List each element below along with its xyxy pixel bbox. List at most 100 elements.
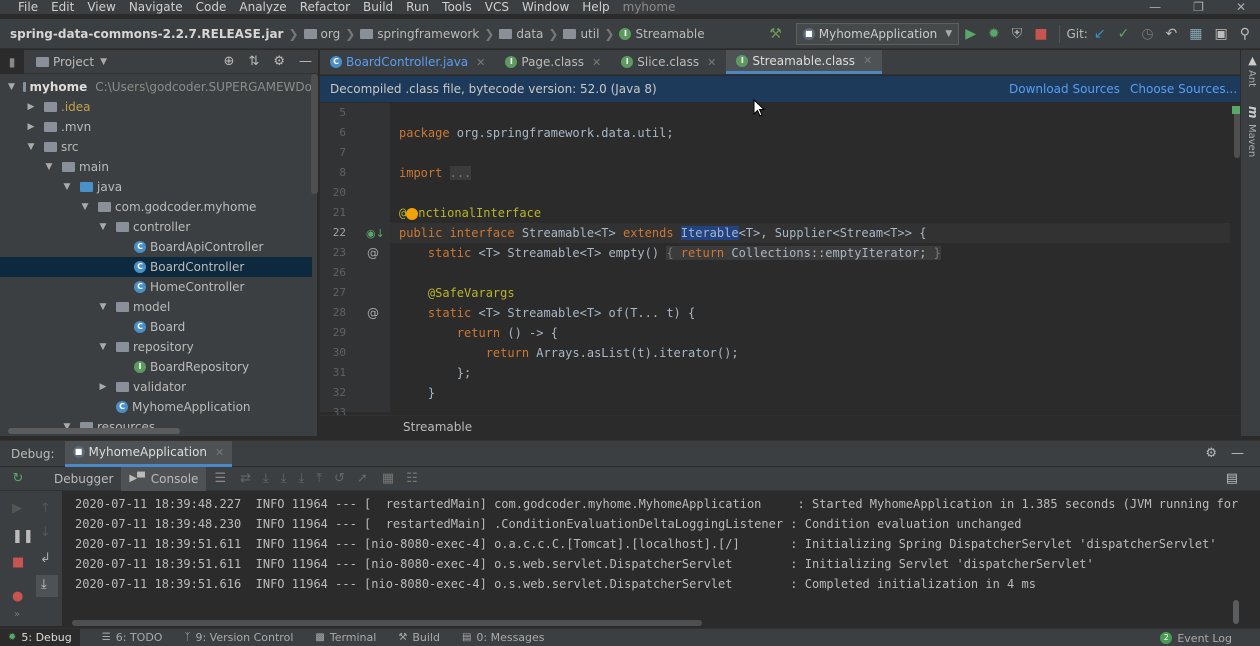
evaluate-icon[interactable]: ▦ [382,471,394,486]
tree-item-boardapicontroller[interactable]: C BoardApiController [0,237,312,257]
implements-marker-icon[interactable]: ◉↓ [366,227,385,240]
soft-wrap-icon[interactable]: ↲ [40,551,51,566]
expand-arrow-icon[interactable]: ▼ [98,302,108,312]
scroll-to-end-button[interactable] [36,575,58,597]
menu-vcs[interactable]: VCS [485,0,509,14]
scroll-up-icon[interactable]: ↑ [40,501,51,516]
expand-arrow-icon[interactable]: ▼ [26,142,36,152]
tree-item-package-root[interactable]: ▼ com.godcoder.myhome [0,197,312,217]
menu-edit[interactable]: Edit [51,0,74,14]
gear-icon[interactable]: ⚙ [273,54,285,69]
ant-tool-window[interactable]: Ant [1246,70,1257,87]
presentation-icon[interactable]: ▣ [1215,26,1228,42]
run-icon[interactable]: ▶ [965,26,976,42]
choose-sources-link[interactable]: Choose Sources... [1130,82,1237,96]
menu-file[interactable]: File [18,0,38,14]
view-breakpoints-icon[interactable]: ● [12,589,23,604]
maven-tool-window[interactable]: Maven [1246,124,1257,157]
editor-breadcrumb-label[interactable]: Streamable [403,420,472,434]
tree-item-boardcontroller[interactable]: C BoardController [0,257,312,277]
tree-item-validator[interactable]: ▶ validator [0,377,312,397]
menu-refactor[interactable]: Refactor [300,0,350,14]
tool-build[interactable]: ⚒ Build [398,631,440,644]
menu-code[interactable]: Code [196,0,227,14]
expand-arrow-icon[interactable]: ▼ [44,162,54,172]
close-tab-icon[interactable]: ✕ [863,54,872,67]
tree-item-idea[interactable]: ▶ .idea [0,97,312,117]
menu-lines-icon[interactable]: ☰ [214,471,226,486]
expand-arrow-icon[interactable]: ▼ [98,222,108,232]
tree-item-controller[interactable]: ▼ controller [0,217,312,237]
restore-icon[interactable]: ❐ [1193,0,1204,14]
close-tab-icon[interactable]: ✕ [707,56,716,69]
close-tab-icon[interactable]: ✕ [476,56,485,69]
tree-item-mvn[interactable]: ▶ .mvn [0,117,312,137]
menu-tools[interactable]: Tools [442,0,472,14]
lightbulb-icon[interactable] [406,207,419,220]
collapse-arrow-icon[interactable]: ▶ [98,382,108,392]
show-execution-point-icon[interactable]: ⇄ [240,471,251,486]
expand-arrow-icon[interactable]: ▼ [8,82,15,92]
git-history-icon[interactable]: ◷ [1141,26,1153,42]
close-icon[interactable]: ✕ [1236,0,1246,14]
project-structure-icon[interactable]: ▦ [1189,26,1202,42]
collapse-arrow-icon[interactable]: ▶ [26,122,36,132]
pause-icon[interactable]: ❚❚ [12,529,34,544]
coverage-icon[interactable]: ⛨ [1012,26,1023,42]
menu-run[interactable]: Run [406,0,429,14]
console-scrollbar[interactable] [1233,600,1239,624]
breadcrumb-org[interactable]: org [303,27,340,41]
project-tree-hscrollbar[interactable] [8,428,180,434]
breadcrumb-jar[interactable]: spring-data-commons-2.2.7.RELEASE.jar [10,27,283,41]
expand-arrow-icon[interactable]: ▼ [62,182,72,192]
drop-frame-icon[interactable]: ↺ [334,471,345,486]
step-out-icon[interactable]: ⤒ [316,471,322,486]
resume-icon[interactable]: ▶ [12,501,22,516]
git-rollback-icon[interactable]: ↶ [1166,26,1178,42]
inspection-status-icon[interactable] [1232,106,1240,114]
console-hscrollbar[interactable] [72,620,702,626]
project-tree-scrollbar[interactable] [311,74,318,194]
collapse-arrow-icon[interactable]: ▶ [26,102,36,112]
tree-item-java[interactable]: ▼ java [0,177,312,197]
run-to-cursor-icon[interactable]: ➚ [357,471,368,486]
debug-console[interactable]: 2020-07-11 18:39:48.227 INFO 11964 --- [… [62,491,1240,626]
minimize-icon[interactable]: — [1149,0,1161,14]
tree-item-boardrepository[interactable]: I BoardRepository [0,357,312,377]
rerun-icon[interactable]: ↻ [0,471,36,486]
breadcrumb-util[interactable]: util [563,27,599,41]
at-marker-icon[interactable]: @ [367,246,379,260]
menu-navigate[interactable]: Navigate [129,0,183,14]
tree-item-repository[interactable]: ▼ repository [0,337,312,357]
tree-item-main[interactable]: ▼ main [0,157,312,177]
tree-item-board[interactable]: C Board [0,317,312,337]
tool-todo[interactable]: ☰ 6: TODO [102,631,163,644]
folded-imports[interactable]: ... [449,166,472,180]
menu-window[interactable]: Window [522,0,569,14]
stop-icon[interactable]: ■ [1034,26,1047,42]
project-panel-title[interactable]: Project [53,55,94,69]
tool-debug[interactable]: ✹ 5: Debug [0,628,80,646]
gear-icon[interactable]: ⚙ [1205,446,1217,461]
scroll-down-icon[interactable]: ↓ [40,525,51,540]
tab-streamable-class[interactable]: I Streamable.class ✕ [726,50,883,74]
tab-console[interactable]: ▶▀ Console [121,466,207,491]
expand-arrow-icon[interactable]: ▼ [80,202,90,212]
close-tab-icon[interactable]: ✕ [215,446,224,459]
force-step-into-icon[interactable]: ⤓ [299,471,305,486]
hammer-icon[interactable]: ⚒ [769,26,782,42]
more-icon[interactable]: » [14,609,20,620]
debug-session-tab[interactable]: ■ MyhomeApplication ✕ [64,440,233,467]
tree-item-homecontroller[interactable]: C HomeController [0,277,312,297]
at-marker-icon[interactable]: @ [367,306,379,320]
tool-version-control[interactable]: ᛉ 9: Version Control [184,631,293,644]
layout-icon[interactable]: ▤ [1226,471,1238,486]
breadcrumb-data[interactable]: data [499,27,543,41]
tab-slice-class[interactable]: I Slice.class ✕ [611,50,726,74]
tool-event-log[interactable]: 2 Event Log [1160,629,1232,646]
collapse-all-icon[interactable]: ⇅ [248,54,259,69]
tree-item-model[interactable]: ▼ model [0,297,312,317]
step-into-icon[interactable]: ⤓ [281,471,287,486]
expand-arrow-icon[interactable]: ▼ [98,342,108,352]
trace-icon[interactable]: ☷ [406,471,418,486]
